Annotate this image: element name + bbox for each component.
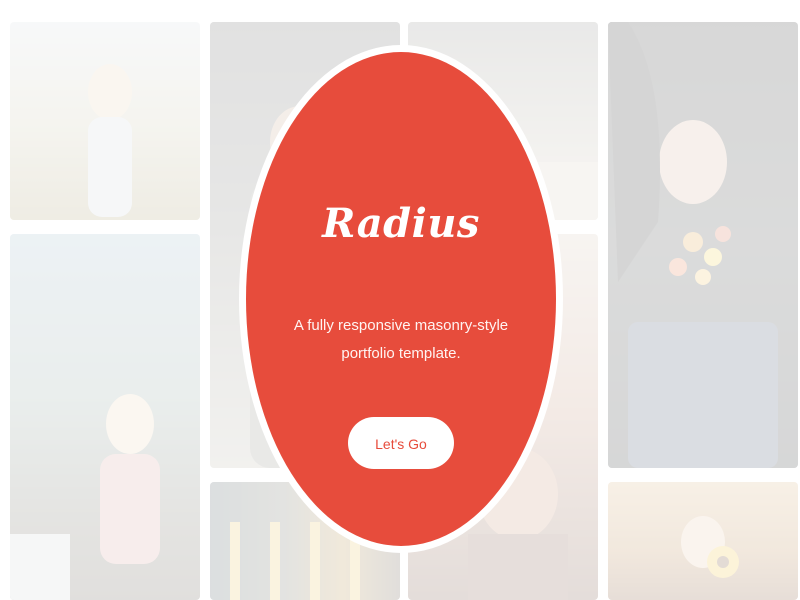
gallery-photo-1[interactable] [10, 22, 200, 220]
site-title: Radius [322, 200, 480, 247]
site-tagline: A fully responsive masonry-style portfol… [293, 316, 509, 362]
gallery-photo-8[interactable] [608, 482, 798, 600]
gallery-photo-2[interactable] [10, 234, 200, 600]
hero-oval: Radius A fully responsive masonry-style … [246, 52, 556, 546]
lets-go-button[interactable]: Let's Go [348, 416, 454, 469]
gallery-photo-7[interactable] [608, 22, 798, 468]
